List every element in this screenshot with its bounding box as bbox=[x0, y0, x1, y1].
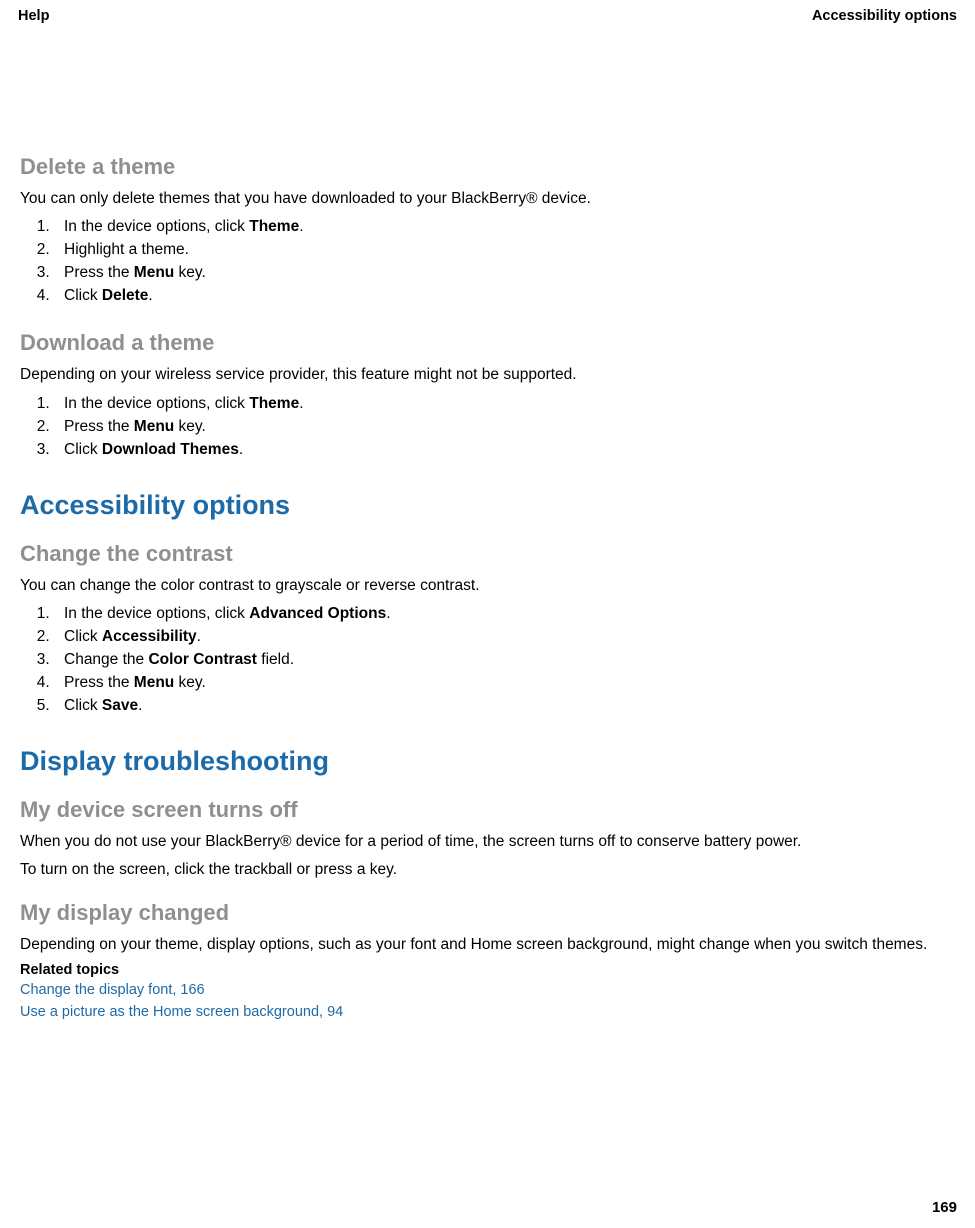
section-change-contrast: Change the contrast You can change the c… bbox=[20, 541, 955, 718]
step-text: field. bbox=[257, 651, 294, 668]
step-text: Press the bbox=[64, 418, 134, 435]
heading-change-contrast: Change the contrast bbox=[20, 541, 955, 567]
step: In the device options, click Advanced Op… bbox=[54, 603, 955, 626]
step-bold: Menu bbox=[134, 264, 174, 281]
step: Click Save. bbox=[54, 695, 955, 718]
step-text: Press the bbox=[64, 674, 134, 691]
step-text: key. bbox=[174, 674, 206, 691]
page: Help Accessibility options Delete a them… bbox=[0, 0, 975, 1228]
section-display-changed: My display changed Depending on your the… bbox=[20, 900, 955, 1023]
heading-accessibility-options: Accessibility options bbox=[20, 490, 955, 521]
page-number: 169 bbox=[932, 1199, 957, 1216]
para-display-changed: Depending on your theme, display options… bbox=[20, 934, 955, 956]
related-topics-heading: Related topics bbox=[20, 962, 955, 978]
step: In the device options, click Theme. bbox=[54, 216, 955, 239]
step-text: In the device options, click bbox=[64, 218, 249, 235]
section-download-theme: Download a theme Depending on your wirel… bbox=[20, 330, 955, 461]
step: Press the Menu key. bbox=[54, 416, 955, 439]
step-text: key. bbox=[174, 264, 206, 281]
page-header: Help Accessibility options bbox=[16, 8, 959, 24]
section-screen-off: My device screen turns off When you do n… bbox=[20, 797, 955, 882]
steps-download-theme: In the device options, click Theme. Pres… bbox=[20, 393, 955, 462]
step-bold: Color Contrast bbox=[148, 651, 257, 668]
steps-delete-theme: In the device options, click Theme. High… bbox=[20, 216, 955, 308]
step-bold: Advanced Options bbox=[249, 605, 386, 622]
step-bold: Download Themes bbox=[102, 441, 239, 458]
heading-delete-theme: Delete a theme bbox=[20, 154, 955, 180]
header-right: Accessibility options bbox=[812, 8, 957, 24]
step: Press the Menu key. bbox=[54, 672, 955, 695]
para-screen-off-1: When you do not use your BlackBerry® dev… bbox=[20, 831, 955, 853]
step-bold: Accessibility bbox=[102, 628, 197, 645]
step-bold: Delete bbox=[102, 287, 149, 304]
header-left: Help bbox=[18, 8, 49, 24]
related-link-change-font[interactable]: Change the display font, 166 bbox=[20, 980, 955, 1000]
step-text: . bbox=[299, 395, 303, 412]
step-bold: Menu bbox=[134, 418, 174, 435]
step: Click Accessibility. bbox=[54, 626, 955, 649]
step-bold: Save bbox=[102, 697, 138, 714]
step-bold: Theme bbox=[249, 395, 299, 412]
step-text: Click bbox=[64, 441, 102, 458]
step: Click Download Themes. bbox=[54, 439, 955, 462]
step-bold: Theme bbox=[249, 218, 299, 235]
step-text: . bbox=[239, 441, 243, 458]
step-text: . bbox=[148, 287, 152, 304]
step-text: Click bbox=[64, 697, 102, 714]
related-link-home-background[interactable]: Use a picture as the Home screen backgro… bbox=[20, 1002, 955, 1022]
intro-delete-theme: You can only delete themes that you have… bbox=[20, 188, 955, 210]
step-text: . bbox=[138, 697, 142, 714]
heading-download-theme: Download a theme bbox=[20, 330, 955, 356]
step-text: key. bbox=[174, 418, 206, 435]
step-text: Change the bbox=[64, 651, 148, 668]
step-bold: Menu bbox=[134, 674, 174, 691]
step: Highlight a theme. bbox=[54, 239, 955, 262]
step: Click Delete. bbox=[54, 285, 955, 308]
step-text: Click bbox=[64, 628, 102, 645]
step-text: Highlight a theme. bbox=[64, 241, 189, 258]
step-text: In the device options, click bbox=[64, 605, 249, 622]
step-text: . bbox=[197, 628, 201, 645]
step: In the device options, click Theme. bbox=[54, 393, 955, 416]
heading-display-troubleshooting: Display troubleshooting bbox=[20, 746, 955, 777]
step: Press the Menu key. bbox=[54, 262, 955, 285]
intro-change-contrast: You can change the color contrast to gra… bbox=[20, 575, 955, 597]
step-text: Click bbox=[64, 287, 102, 304]
section-delete-theme: Delete a theme You can only delete theme… bbox=[20, 154, 955, 308]
step-text: . bbox=[386, 605, 390, 622]
para-screen-off-2: To turn on the screen, click the trackba… bbox=[20, 859, 955, 881]
step: Change the Color Contrast field. bbox=[54, 649, 955, 672]
heading-screen-off: My device screen turns off bbox=[20, 797, 955, 823]
step-text: In the device options, click bbox=[64, 395, 249, 412]
heading-display-changed: My display changed bbox=[20, 900, 955, 926]
step-text: Press the bbox=[64, 264, 134, 281]
page-content: Delete a theme You can only delete theme… bbox=[16, 154, 959, 1023]
steps-change-contrast: In the device options, click Advanced Op… bbox=[20, 603, 955, 718]
intro-download-theme: Depending on your wireless service provi… bbox=[20, 364, 955, 386]
step-text: . bbox=[299, 218, 303, 235]
